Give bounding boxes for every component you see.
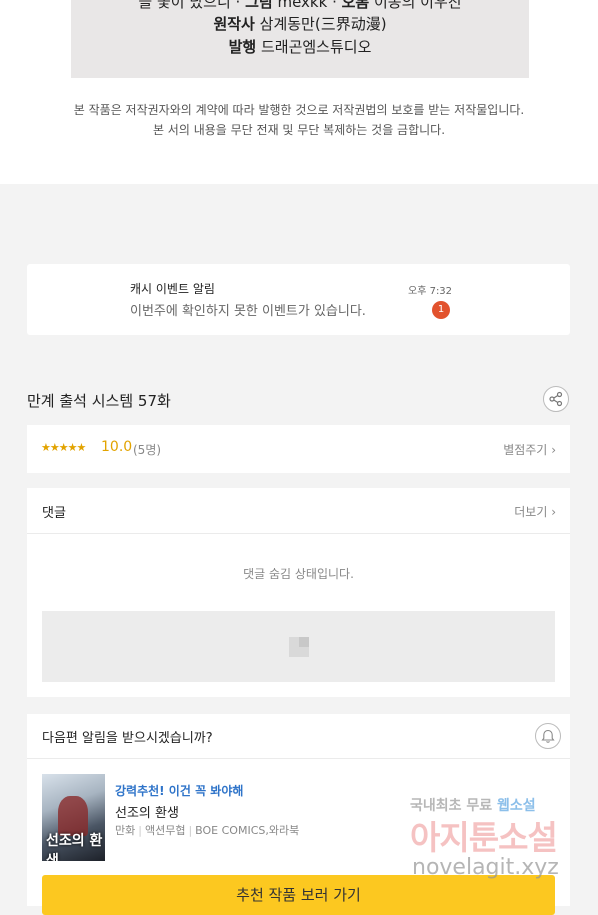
rating-score: 10.0 [101,439,133,455]
top-section: 을 꽃이 났으니 · 그림 mexkk · 오롬 이동의 이우진 원작사 삼계동… [0,0,598,184]
publisher: BOE COMICS,와라북 [195,824,300,837]
credit-adapt-value: 이동의 이우진 [374,0,462,11]
comments-label: 댓글 [42,506,66,521]
rate-button-label: 별점주기 [503,443,548,457]
ad-placeholder[interactable] [42,611,555,682]
next-episode-notify-section: 다음편 알림을 받으시겠습니까? 선조의 환생 강력추천! 이건 꼭 봐야해 선… [27,714,570,915]
cash-notice-time: 오후 7:32 [408,286,453,297]
share-icon [549,391,563,407]
rating-bar: ★★★★★ 10.0 (5명) 별점주기 › [27,425,570,473]
credit-line-1: 을 꽃이 났으니 · 그림 mexkk · 오롬 이동의 이우진 [71,0,529,12]
credit-art-label: 그림 [245,0,273,11]
notification-count-badge: 1 [432,301,450,319]
bell-icon [541,729,555,743]
credit-prefix: 을 꽃이 났으니 · [138,0,246,11]
cash-notice-message: 이번주에 확인하지 못한 이벤트가 있습니다. [130,304,366,319]
rating-votes: (5명) [133,443,162,457]
cover-title-art: 선조의 환생 [46,833,103,861]
comments-more-label: 더보기 [514,505,548,519]
genre-1: 만화 [115,824,136,837]
view-recommended-button[interactable]: 추천 작품 보러 가기 [42,875,555,915]
credits-box: 을 꽃이 났으니 · 그림 mexkk · 오롬 이동의 이우진 원작사 삼계동… [71,0,529,78]
comments-section: 댓글 더보기 › 댓글 숨김 상태입니다. [27,488,570,697]
credit-publisher-label: 발행 [228,38,257,56]
credit-origin-value: 삼계동만(三界动漫) [259,15,387,33]
copyright-notice-1: 본 작품은 저작권자와의 계약에 따라 발행한 것으로 저작권법의 보호를 받는… [73,103,525,117]
cash-event-notice[interactable]: 캐시 이벤트 알림 이번주에 확인하지 못한 이벤트가 있습니다. 오후 7:3… [27,264,570,335]
recommended-cover-image[interactable]: 선조의 환생 [42,774,105,861]
star-rating: ★★★★★ [41,441,86,454]
image-placeholder-icon [289,637,309,657]
recommendation-promo: 강력추천! 이건 꼭 봐야해 [115,784,244,798]
episode-title: 만계 출석 시스템 57화 [27,392,171,410]
notify-header: 다음편 알림을 받으시겠습니까? [27,714,570,759]
recommended-title[interactable]: 선조의 환생 [115,802,179,821]
copyright-notice-2: 본 서의 내용을 무단 전재 및 무단 복제하는 것을 금합니다. [152,123,446,137]
genre-2: 액션무협 [144,824,186,837]
share-button[interactable] [543,386,569,412]
credit-line-2: 원작사 삼계동만(三界动漫) [71,13,529,34]
cash-notice-title: 캐시 이벤트 알림 [130,282,215,296]
credit-art-value: mexkk · [277,0,342,11]
chevron-right-icon: › [551,443,556,457]
credit-publisher-value: 드래곤엠스튜디오 [260,38,372,56]
comments-more-button[interactable]: 더보기 › [514,503,556,520]
notify-question: 다음편 알림을 받으시겠습니까? [42,731,213,746]
chevron-right-icon: › [551,505,556,519]
comments-header: 댓글 더보기 › [27,488,570,534]
credit-origin-label: 원작사 [213,15,255,33]
rate-button[interactable]: 별점주기 › [503,441,556,458]
recommended-meta: 만화 | 액션무협 | BOE COMICS,와라북 [115,824,300,837]
credit-adapt-label: 오롬 [341,0,370,11]
notify-toggle-button[interactable] [535,723,561,749]
credit-line-3: 발행 드래곤엠스튜디오 [71,36,529,57]
comments-hidden-message: 댓글 숨김 상태입니다. [243,567,354,581]
